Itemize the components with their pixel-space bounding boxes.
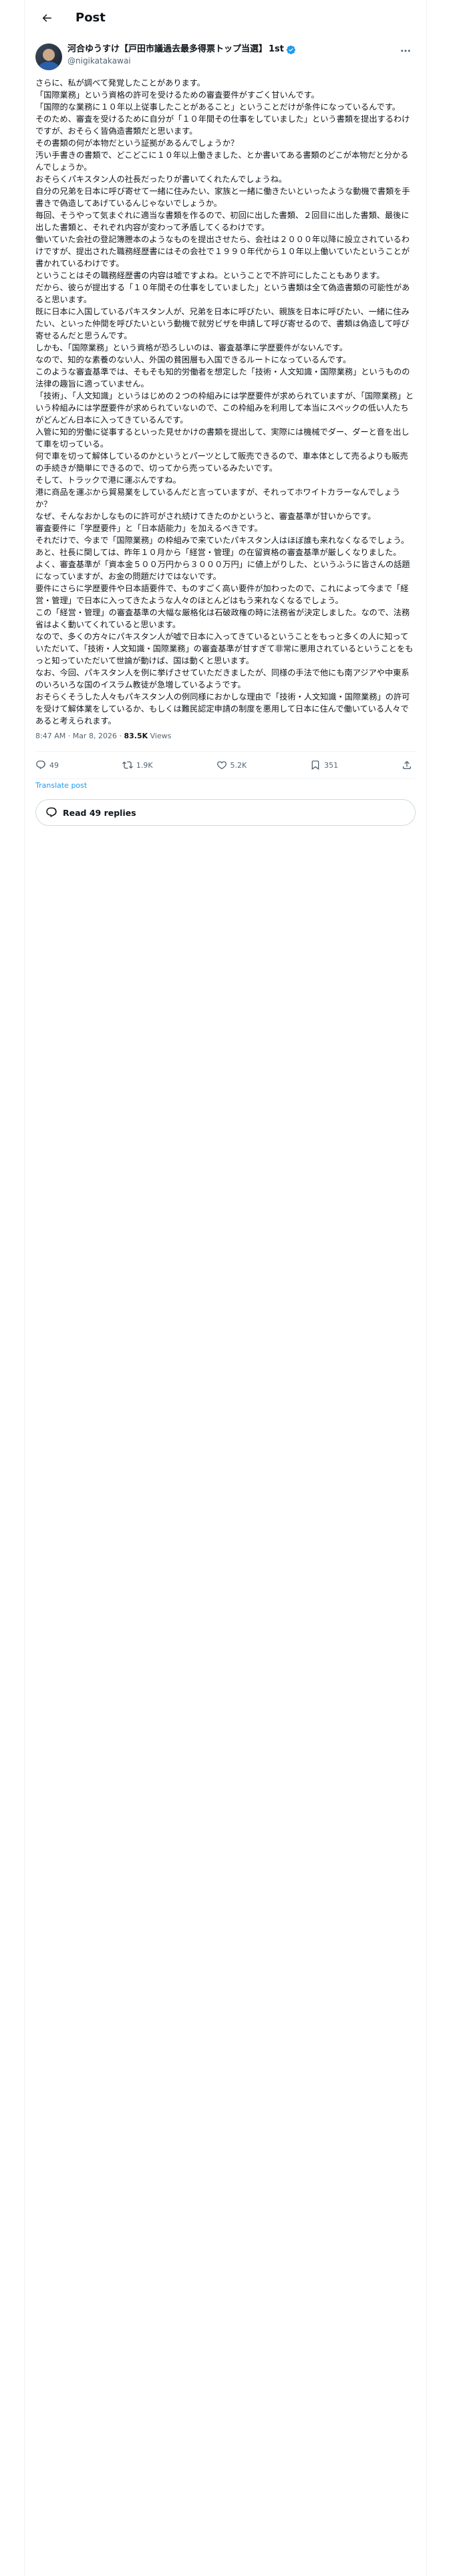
author-name-line: 河合ゆうすけ【戸田市議過去最多得票トップ当選】 1st xyxy=(67,43,396,56)
translate-post-link[interactable]: Translate post xyxy=(25,778,426,794)
post-paragraph: おそらくそうした人々もパキスタン人の例同様におかしな理由で「技術・人文知識・国際… xyxy=(35,692,410,726)
page-title: Post xyxy=(76,10,106,25)
post-paragraph: 毎回、そうやって気まぐれに適当な書類を作るので、初回に出した書類、２回目に出した… xyxy=(35,211,410,232)
more-options-button[interactable] xyxy=(396,41,416,61)
post-paragraph: なぜ、そんなおかしなものに許可がされ続けてきたのかというと、審査基準が甘いからで… xyxy=(35,512,376,521)
reply-count: 49 xyxy=(49,760,59,770)
post-paragraph: 港に商品を運ぶから貿易業をしているんだと言っていますが、それってホワイトカラーな… xyxy=(35,488,400,509)
post-timestamp-line: 8:47 AM · Mar 8, 2026 · 83.5K Views xyxy=(25,730,426,743)
author-meta: 河合ゆうすけ【戸田市議過去最多得票トップ当選】 1st @nigikatakaw… xyxy=(67,43,396,66)
reply-icon xyxy=(36,760,45,770)
post-paragraph: このような審査基準では、そもそも知的労働者を想定した「技術・人文知識・国際業務」… xyxy=(35,367,410,389)
repost-button[interactable]: 1.9K xyxy=(122,760,153,770)
repost-count: 1.9K xyxy=(136,760,153,770)
post-paragraph: だから、彼らが提出する「１０年間その仕事をしていました」という書類は全て偽造書類… xyxy=(35,283,410,304)
speech-bubble-icon xyxy=(46,807,57,818)
bookmark-icon xyxy=(311,760,319,770)
view-count: 83.5K xyxy=(124,732,148,740)
post-paragraph: よく、審査基準が「資本金５００万円から３０００万円」に値上がりした、というふうに… xyxy=(35,560,410,581)
post-paragraph: この「経営・管理」の審査基準の大幅な厳格化は石破政権の時に法務省が決定しました。… xyxy=(35,608,410,629)
post-paragraph: 審査要件に「学歴要件」と「日本語能力」を加えるべきです。 xyxy=(35,524,263,533)
bookmark-count: 351 xyxy=(324,760,339,770)
post-author: 河合ゆうすけ【戸田市議過去最多得票トップ当選】 1st @nigikatakaw… xyxy=(25,35,426,76)
repost-icon xyxy=(122,761,133,769)
heart-icon xyxy=(216,761,227,770)
post-paragraph: 汚い手書きの書類で、どこどこに１０年以上働きました、とか書いてある書類のどこが本… xyxy=(35,150,409,172)
separator: · xyxy=(116,732,124,740)
action-bar: 49 1.9K 5.2K 351 xyxy=(35,751,416,779)
post-timestamp[interactable]: 8:47 AM · Mar 8, 2026 xyxy=(35,732,117,740)
author-badge: 1st xyxy=(269,44,285,54)
post-paragraph: あと、社長に関しては、昨年１０月から「経営・管理」の在留資格の審査基準が厳しくな… xyxy=(35,548,402,557)
post-paragraph: 働いていた会社の登記簿謄本のようなものを提出させたら、会社は２０００年以降に設立… xyxy=(35,235,410,268)
post-paragraph: 自分の兄弟を日本に呼び寄せて一緒に住みたい、家族と一緒に働きたいといったような動… xyxy=(35,187,410,208)
post-paragraph: 要件にさらに学歴要件や日本語要件で、ものすごく高い要件が加わったので、これによっ… xyxy=(35,584,409,605)
views-label: Views xyxy=(148,732,172,740)
author-handle[interactable]: @nigikatakawai xyxy=(67,56,396,66)
avatar[interactable] xyxy=(35,43,62,70)
top-bar: Post xyxy=(25,0,426,35)
main-column: Post 河合ゆうすけ【戸田市議過去最多得票トップ当選】 1st @nigika… xyxy=(24,0,427,2576)
post-paragraph: そして、トラックで港に運ぶんですね。 xyxy=(35,475,181,485)
reply-button[interactable]: 49 xyxy=(35,760,59,770)
verified-icon xyxy=(286,45,296,54)
read-replies-label: Read 49 replies xyxy=(63,807,136,818)
post-paragraph: 「技術」、「人文知識」というはじめの２つの枠組みには学歴要件が求められていますが… xyxy=(35,391,414,425)
share-button[interactable] xyxy=(402,760,416,770)
post-paragraph: おそらくパキスタン人の社長だったりが書いてくれたんでしょうね。 xyxy=(35,175,287,184)
post-paragraph: その書類の何が本物だという証拠があるんでしょうか？ xyxy=(35,138,239,148)
author-name[interactable]: 河合ゆうすけ【戸田市議過去最多得票トップ当選】 xyxy=(67,43,267,56)
more-dots-icon xyxy=(401,49,410,52)
post-paragraph: そのため、審査を受けるために自分が「１０年間その仕事をしていました」という書類を… xyxy=(35,114,410,136)
back-button[interactable] xyxy=(35,7,58,29)
post-paragraph: 何で車を切って解体しているのかというとパーツとして販売できるので、車本体として売… xyxy=(35,451,408,473)
post-paragraph: 入管に知的労働に従事するといった見せかけの書類を提出して、実際には機械でダー、ダ… xyxy=(35,427,410,449)
post-paragraph: ということはその職務経歴書の内容は嘘ですよね。ということで不許可にしたこともあり… xyxy=(35,271,385,280)
post-paragraph: なので、多くの方々にパキスタン人が嘘で日本に入ってきているということをもっと多く… xyxy=(35,632,414,665)
post-paragraph: なので、知的な素養のない人、外国の貧困層も入国できるルートになっているんです。 xyxy=(35,355,351,364)
post-paragraph: しかも、「国際業務」という資格が恐ろしいのは、審査基準に学歴要件がないんです。 xyxy=(35,343,348,352)
like-count: 5.2K xyxy=(230,760,247,770)
post-paragraph: さらに、私が調べて発覚したことがあります。 xyxy=(35,78,205,88)
bookmark-button[interactable]: 351 xyxy=(310,760,338,770)
arrow-left-icon xyxy=(42,13,51,22)
share-icon xyxy=(403,760,411,769)
post-paragraph: 「国際的な業務に１０年以上従事したことがあること」ということだけが条件になってい… xyxy=(35,102,400,112)
post-paragraph: それだけで、今まで「国際業務」の枠組みで来ていたパキスタン人はほぼ誰も来れなくな… xyxy=(35,536,410,545)
post-body: さらに、私が調べて発覚したことがあります。「国際業務」という資格の許可を受けるた… xyxy=(25,77,426,727)
read-replies-button[interactable]: Read 49 replies xyxy=(35,799,416,826)
like-button[interactable]: 5.2K xyxy=(216,760,247,770)
post-paragraph: 既に日本に入国しているパキスタン人が、兄弟を日本に呼びたい、親族を日本に呼びたい… xyxy=(35,307,410,340)
post-paragraph: なお、今回、パキスタン人を例に挙げさせていただきましたが、同様の手法で他にも南ア… xyxy=(35,668,410,689)
post-paragraph: 「国際業務」という資格の許可を受けるための審査要件がすごく甘いんです。 xyxy=(35,90,319,100)
